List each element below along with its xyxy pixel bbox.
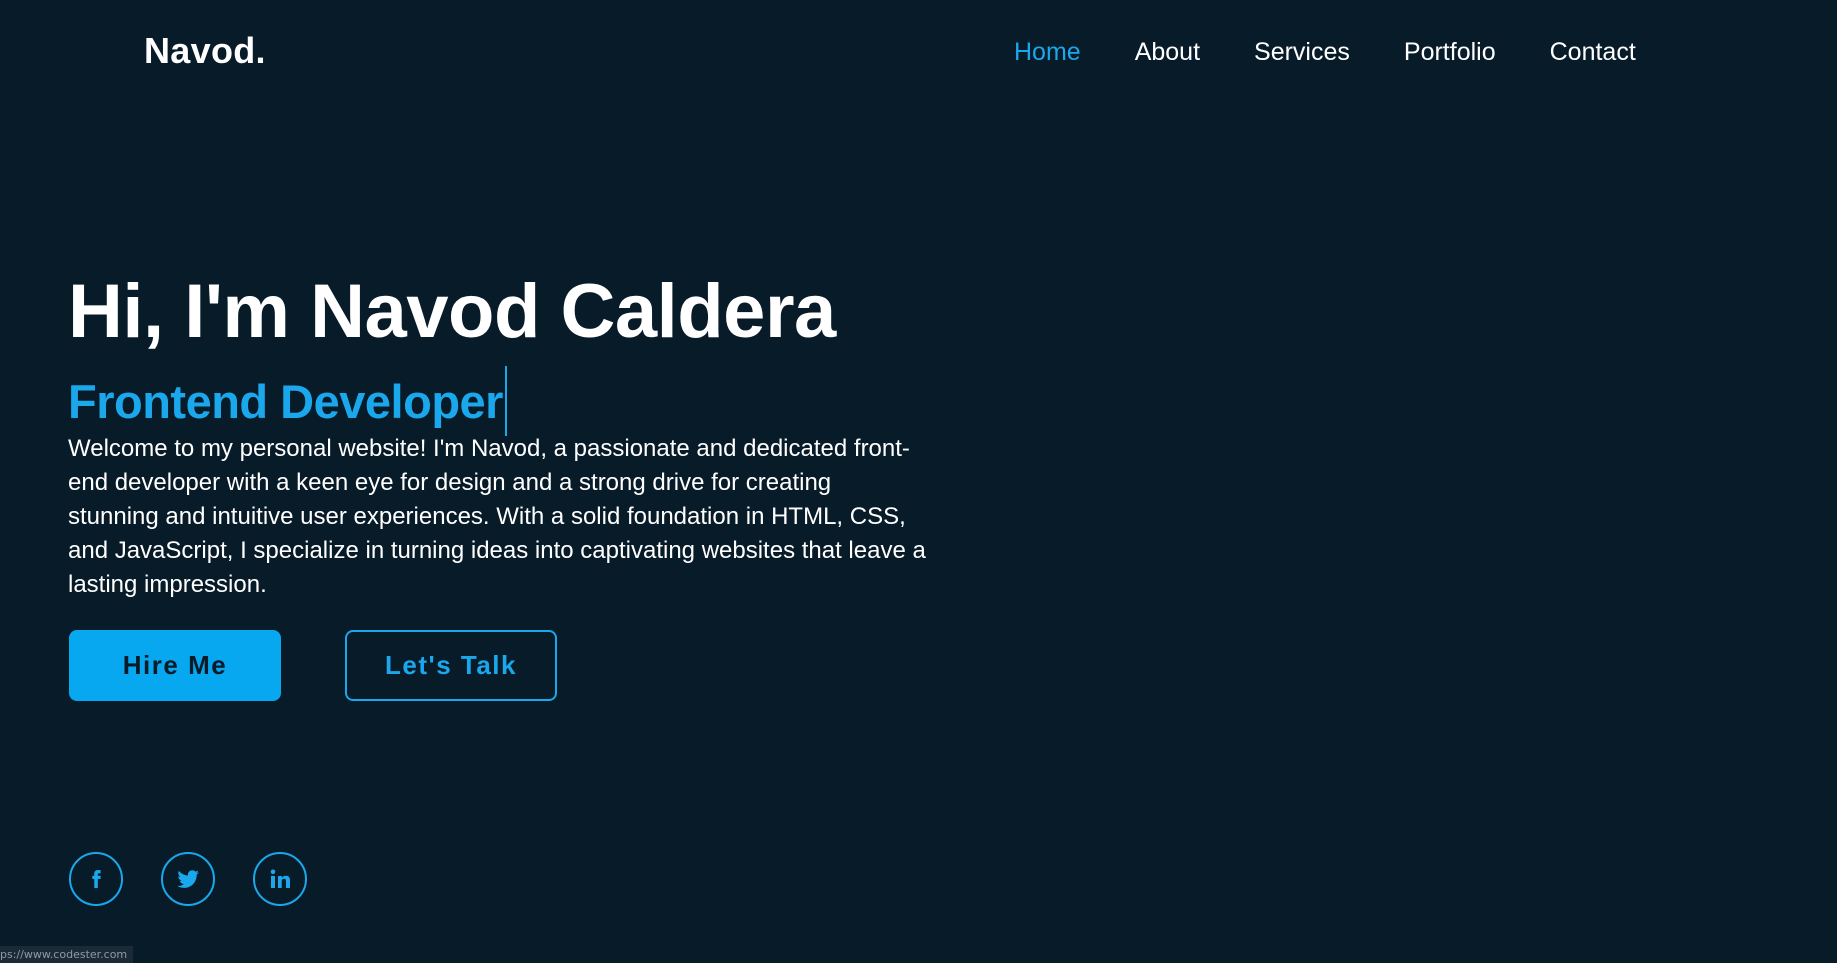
hero-title: Hi, I'm Navod Caldera: [68, 269, 836, 354]
status-bar-url: ps://www.codester.com: [0, 946, 134, 963]
twitter-icon: [175, 866, 201, 892]
nav-item-services[interactable]: Services: [1254, 38, 1350, 67]
typing-cursor: [504, 366, 507, 436]
hero-role: Frontend Developer: [68, 366, 507, 436]
hero-role-text: Frontend Developer: [68, 374, 503, 428]
social-links: [69, 852, 345, 906]
nav-item-about[interactable]: About: [1135, 38, 1200, 67]
page: Navod. Home About Services Portfolio Con…: [0, 0, 1837, 963]
logo[interactable]: Navod.: [144, 30, 266, 72]
nav-item-portfolio[interactable]: Portfolio: [1404, 38, 1496, 67]
nav-item-home[interactable]: Home: [1014, 38, 1081, 67]
facebook-link[interactable]: [69, 852, 123, 906]
twitter-link[interactable]: [161, 852, 215, 906]
main-nav: Home About Services Portfolio Contact: [1014, 38, 1636, 67]
lets-talk-button[interactable]: Let's Talk: [345, 630, 557, 701]
nav-item-contact[interactable]: Contact: [1550, 38, 1636, 67]
linkedin-link[interactable]: [253, 852, 307, 906]
site-header: Navod. Home About Services Portfolio Con…: [0, 0, 1837, 108]
hire-me-button[interactable]: Hire Me: [69, 630, 281, 701]
hero-description: Welcome to my personal website! I'm Navo…: [68, 435, 926, 598]
linkedin-icon: [268, 867, 292, 891]
facebook-icon: [85, 868, 107, 890]
